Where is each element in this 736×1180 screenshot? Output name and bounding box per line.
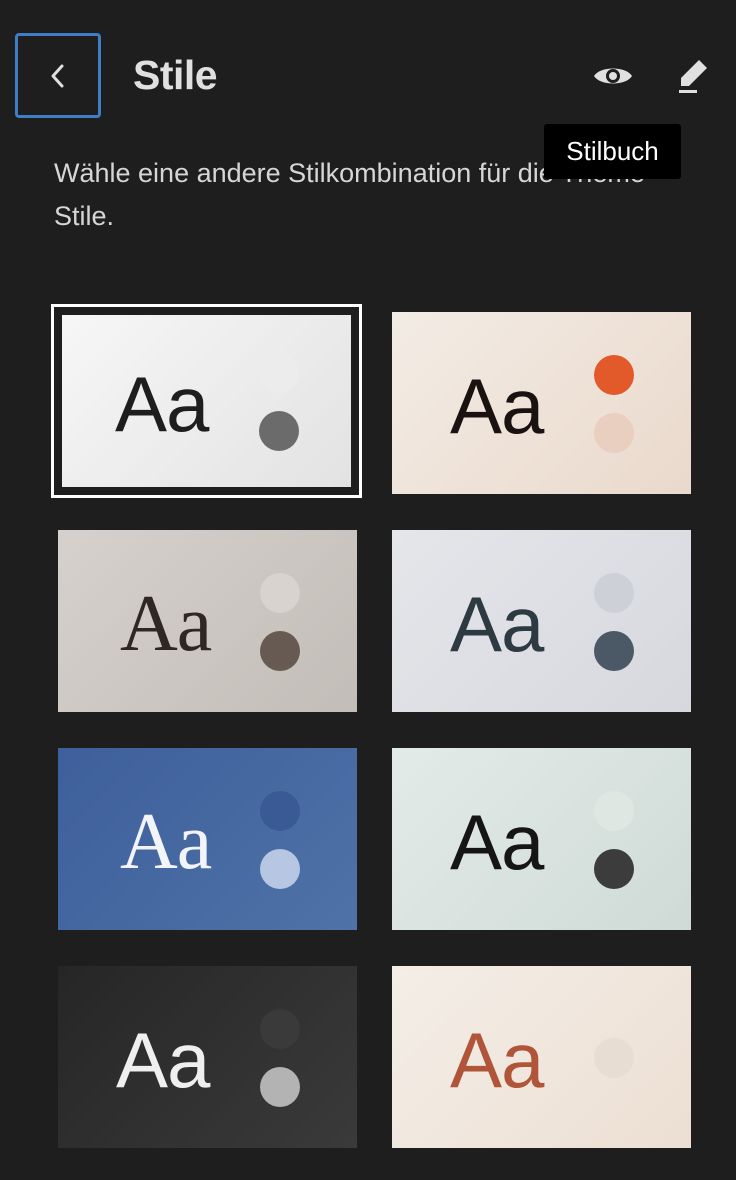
typography-preview: Aa xyxy=(116,1016,210,1104)
color-swatch-primary xyxy=(594,355,634,395)
edit-styles-button[interactable] xyxy=(668,52,718,100)
color-swatch-primary xyxy=(260,573,300,613)
style-variation-6[interactable]: Aa xyxy=(392,748,691,930)
typography-preview: Aa xyxy=(115,360,209,448)
color-swatch-secondary xyxy=(260,1067,300,1107)
color-swatch-primary xyxy=(594,791,634,831)
typography-preview: Aa xyxy=(120,798,212,886)
back-button[interactable] xyxy=(15,33,101,118)
color-swatch-secondary xyxy=(594,631,634,671)
style-variation-8[interactable]: Aa xyxy=(392,966,691,1148)
color-swatch-primary xyxy=(260,1009,300,1049)
color-swatch-secondary xyxy=(594,849,634,889)
styles-panel: Stile Wähle eine andere Stilkombination … xyxy=(0,0,736,1180)
chevron-left-icon xyxy=(51,64,64,87)
style-variation-4[interactable]: Aa xyxy=(392,530,691,712)
style-variation-3[interactable]: Aa xyxy=(58,530,357,712)
style-variation-1[interactable]: Aa xyxy=(51,304,362,498)
color-swatch-primary xyxy=(594,1038,634,1078)
tooltip: Stilbuch xyxy=(544,124,681,179)
typography-preview: Aa xyxy=(450,580,544,668)
style-variation-7[interactable]: Aa xyxy=(58,966,357,1148)
color-swatch-primary xyxy=(594,573,634,613)
pencil-icon xyxy=(679,60,707,93)
style-variation-5[interactable]: Aa xyxy=(58,748,357,930)
color-swatch-secondary xyxy=(594,413,634,453)
typography-preview: Aa xyxy=(450,1016,544,1104)
color-swatch-primary xyxy=(260,791,300,831)
typography-preview: Aa xyxy=(120,580,212,668)
color-swatch-secondary xyxy=(259,411,299,451)
preview-button[interactable] xyxy=(588,52,638,100)
panel-title: Stile xyxy=(133,52,218,98)
color-swatch-primary xyxy=(259,353,299,393)
color-swatch-secondary xyxy=(260,849,300,889)
typography-preview: Aa xyxy=(450,362,544,450)
style-variation-2[interactable]: Aa xyxy=(392,312,691,494)
eye-icon xyxy=(594,68,632,84)
color-swatch-secondary xyxy=(260,631,300,671)
typography-preview: Aa xyxy=(450,798,544,886)
